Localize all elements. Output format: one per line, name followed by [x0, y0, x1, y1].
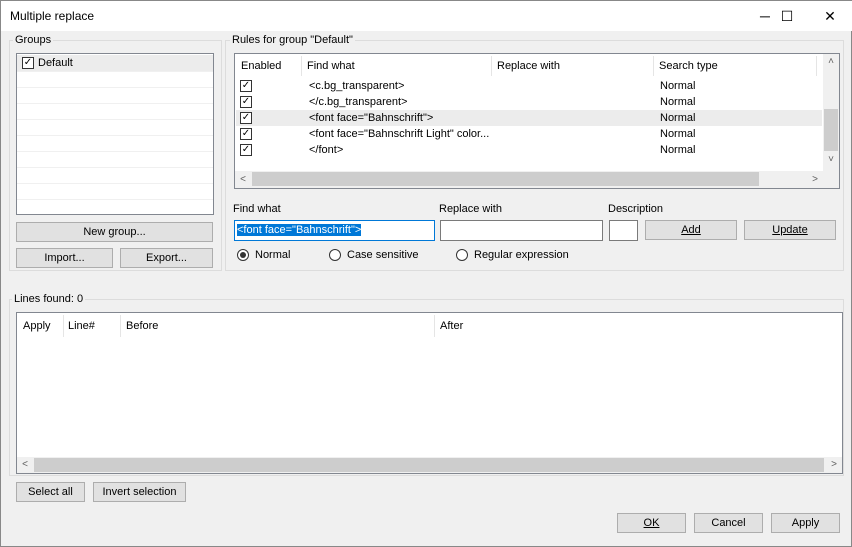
grid-line: [17, 71, 213, 72]
scroll-thumb[interactable]: [34, 458, 824, 472]
grid-line: [17, 167, 213, 168]
find-what-value: <font face="Bahnschrift">: [237, 224, 362, 236]
scroll-left-icon[interactable]: <: [235, 174, 251, 185]
title-bar: Multiple replace ─ ☐ ✕: [1, 1, 852, 31]
horizontal-scrollbar[interactable]: < >: [235, 171, 839, 188]
column-search-type[interactable]: Search type: [659, 60, 718, 72]
lines-found-legend: Lines found: 0: [12, 293, 86, 305]
radio-regular-expression[interactable]: Regular expression: [456, 249, 569, 261]
rule-row[interactable]: ✓ </font> Normal: [236, 142, 822, 158]
grid-line: [17, 199, 213, 200]
scroll-thumb[interactable]: [252, 172, 759, 186]
groups-list[interactable]: ✓ Default: [16, 53, 214, 215]
rule-find-what: </font>: [309, 144, 344, 156]
checkbox-checked-icon[interactable]: ✓: [240, 112, 252, 124]
invert-selection-button[interactable]: Invert selection: [93, 482, 186, 502]
find-what-label: Find what: [233, 203, 281, 215]
scroll-right-icon[interactable]: >: [807, 174, 823, 185]
scroll-right-icon[interactable]: >: [826, 459, 842, 470]
checkbox-checked-icon[interactable]: ✓: [240, 96, 252, 108]
column-after[interactable]: After: [440, 320, 463, 332]
checkbox-checked-icon[interactable]: ✓: [240, 144, 252, 156]
checkbox-checked-icon[interactable]: ✓: [240, 128, 252, 140]
group-item-default[interactable]: ✓ Default: [17, 55, 213, 71]
maximize-button[interactable]: ☐: [765, 1, 809, 31]
grid-line: [17, 119, 213, 120]
replace-with-label: Replace with: [439, 203, 502, 215]
radio-label: Regular expression: [474, 249, 569, 261]
column-apply[interactable]: Apply: [23, 320, 51, 332]
radio-label: Normal: [255, 249, 291, 261]
radio-selected-icon: [237, 249, 249, 261]
export-button[interactable]: Export...: [120, 248, 213, 268]
apply-button[interactable]: Apply: [771, 513, 840, 533]
radio-icon: [456, 249, 468, 261]
rule-find-what: <font face="Bahnschrift">: [309, 112, 434, 124]
horizontal-scrollbar[interactable]: < >: [17, 457, 842, 473]
rule-search-type: Normal: [660, 144, 696, 156]
radio-normal[interactable]: Normal: [237, 249, 290, 261]
new-group-button[interactable]: New group...: [16, 222, 213, 242]
column-enabled[interactable]: Enabled: [241, 60, 281, 72]
grid-line: [17, 151, 213, 152]
select-all-button[interactable]: Select all: [16, 482, 85, 502]
replace-with-input[interactable]: [440, 220, 603, 241]
grid-line: [17, 103, 213, 104]
radio-icon: [329, 249, 341, 261]
rules-legend: Rules for group "Default": [230, 34, 355, 46]
rule-search-type: Normal: [660, 128, 696, 140]
grid-line: [17, 87, 213, 88]
rules-list[interactable]: Enabled Find what Replace with Search ty…: [234, 53, 840, 189]
radio-label: Case sensitive: [347, 249, 419, 261]
rule-search-type: Normal: [660, 112, 696, 124]
description-label: Description: [608, 203, 664, 215]
ok-button[interactable]: OK: [617, 513, 686, 533]
grid-line: [17, 183, 213, 184]
window-title: Multiple replace: [10, 9, 95, 23]
cancel-button[interactable]: Cancel: [694, 513, 763, 533]
checkbox-checked-icon[interactable]: ✓: [22, 57, 34, 69]
checkbox-checked-icon[interactable]: ✓: [240, 80, 252, 92]
rule-search-type: Normal: [660, 96, 696, 108]
close-button[interactable]: ✕: [808, 1, 852, 31]
column-replace-with[interactable]: Replace with: [497, 60, 560, 72]
radio-case-sensitive[interactable]: Case sensitive: [329, 249, 419, 261]
update-button[interactable]: Update: [744, 220, 836, 240]
rule-find-what: <font face="Bahnschrift Light" color...: [309, 128, 490, 140]
rule-find-what: </c.bg_transparent>: [309, 96, 408, 108]
rule-row[interactable]: ✓ <font face="Bahnschrift"> Normal: [236, 110, 822, 126]
scroll-left-icon[interactable]: <: [17, 459, 33, 470]
rule-row[interactable]: ✓ </c.bg_transparent> Normal: [236, 94, 822, 110]
vertical-scrollbar[interactable]: ˄ ˅: [823, 54, 839, 171]
groups-legend: Groups: [13, 34, 54, 46]
grid-line: [17, 135, 213, 136]
lines-list[interactable]: Apply Line# Before After < >: [16, 312, 843, 474]
rule-row[interactable]: ✓ <c.bg_transparent> Normal: [236, 78, 822, 94]
column-find-what[interactable]: Find what: [307, 60, 355, 72]
description-input[interactable]: [609, 220, 638, 241]
find-what-input[interactable]: <font face="Bahnschrift">: [234, 220, 435, 241]
column-line-number[interactable]: Line#: [68, 320, 95, 332]
scroll-down-icon[interactable]: ˅: [823, 154, 839, 165]
rule-find-what: <c.bg_transparent>: [309, 80, 405, 92]
rule-search-type: Normal: [660, 80, 696, 92]
scroll-thumb[interactable]: [824, 109, 838, 151]
import-button[interactable]: Import...: [16, 248, 113, 268]
scroll-up-icon[interactable]: ˄: [823, 56, 839, 67]
rule-row[interactable]: ✓ <font face="Bahnschrift Light" color..…: [236, 126, 822, 142]
column-before[interactable]: Before: [126, 320, 158, 332]
group-label: Default: [38, 57, 73, 69]
add-button[interactable]: Add: [645, 220, 737, 240]
